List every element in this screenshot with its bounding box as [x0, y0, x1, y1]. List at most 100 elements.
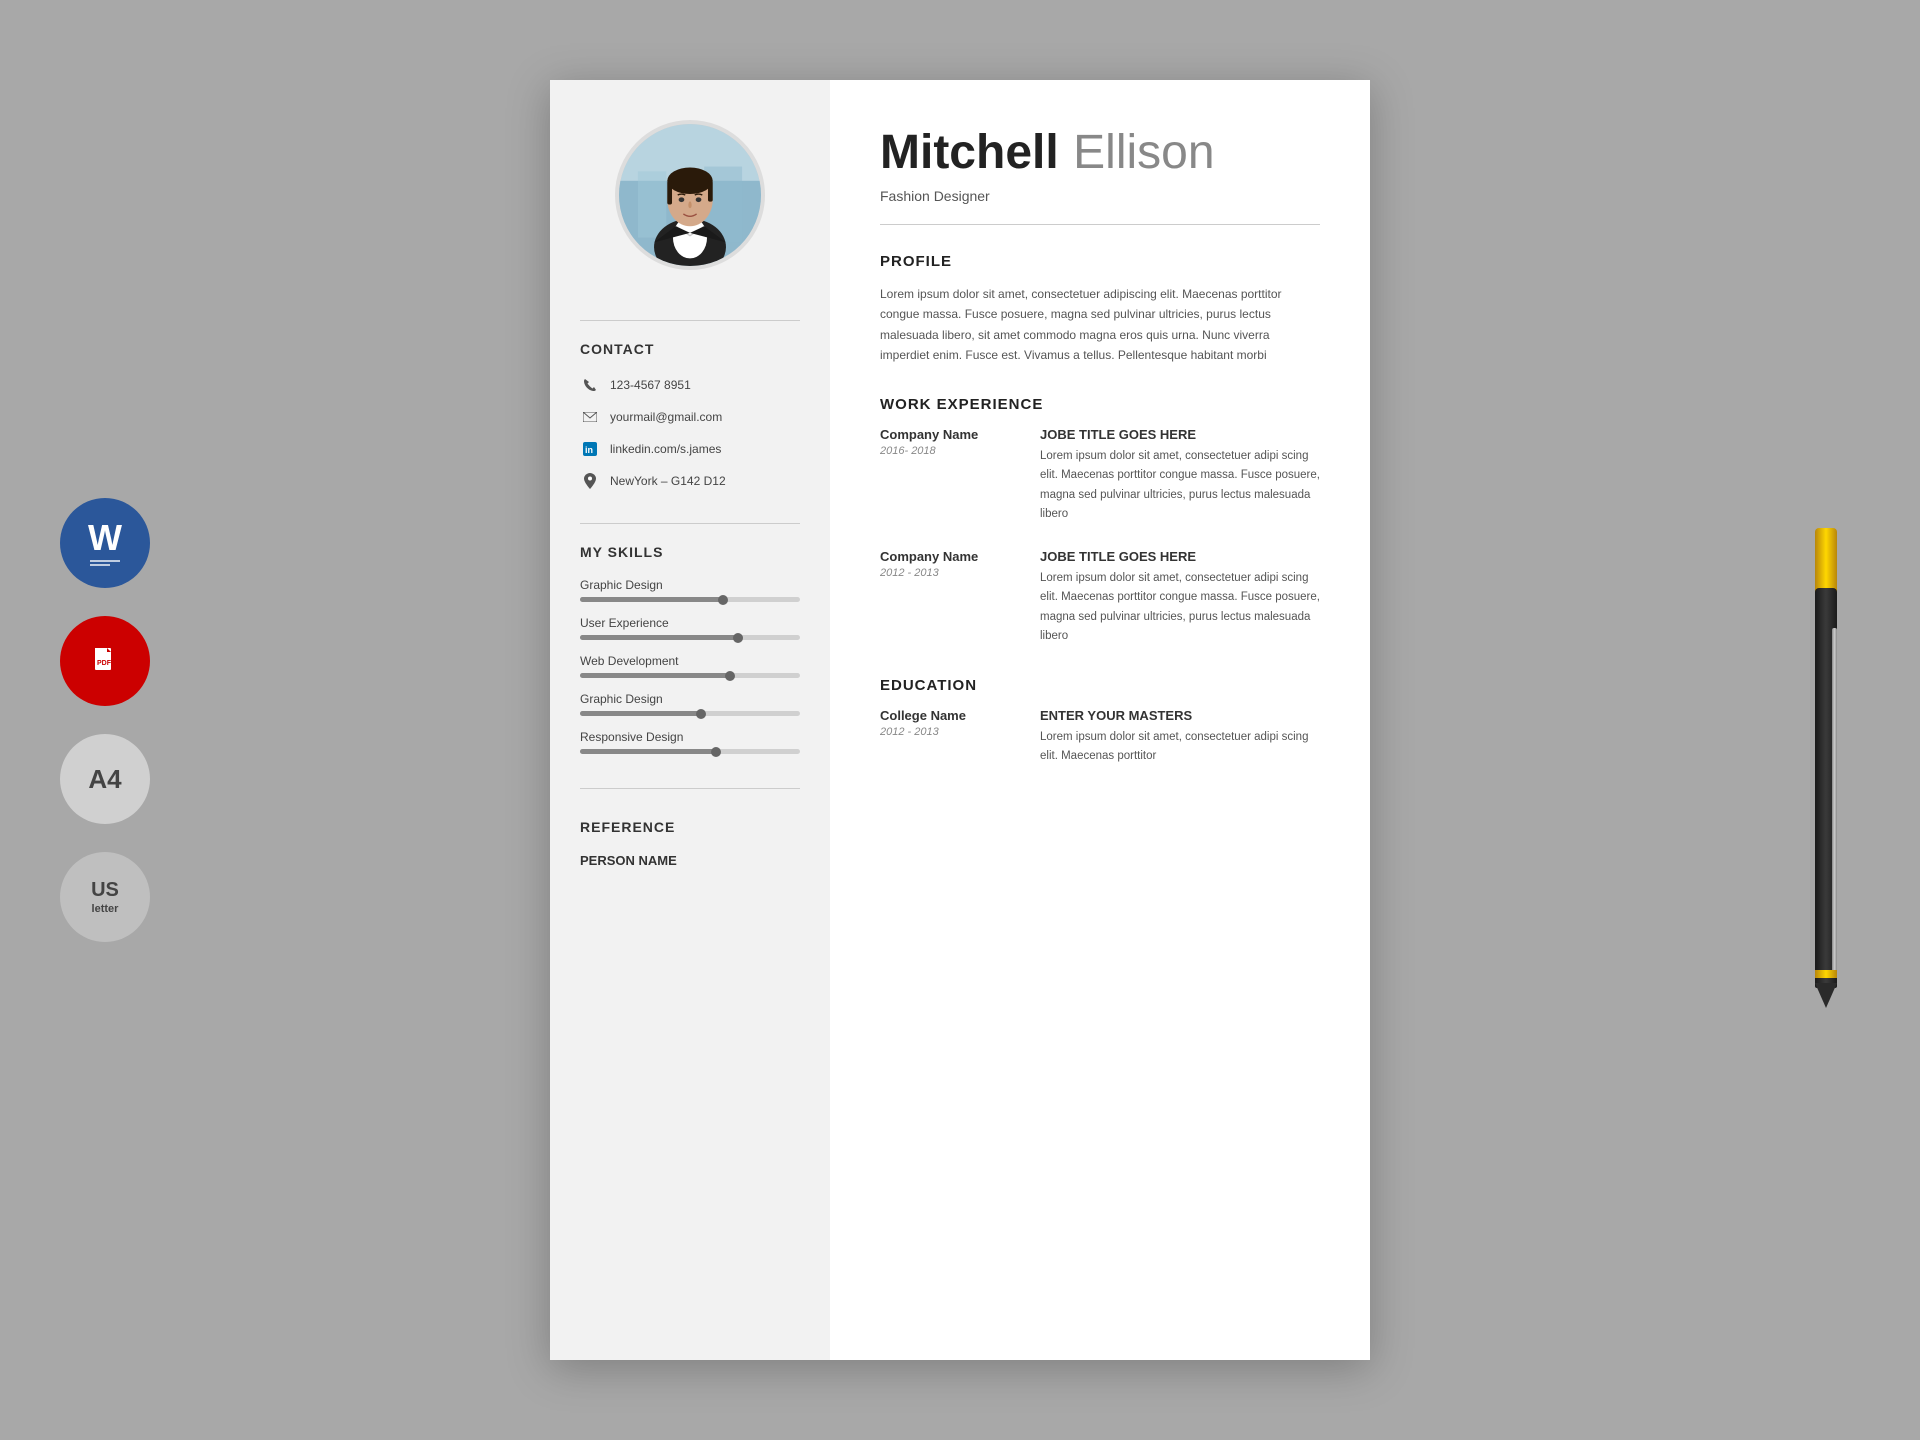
contact-section: CONTACT 123-4567 8951 yourmail@gmail.com…	[580, 341, 800, 503]
skill-4-name: Graphic Design	[580, 692, 800, 706]
skill-4-fill	[580, 711, 701, 716]
email-link[interactable]: yourmail@gmail.com	[610, 410, 722, 424]
pen-tip	[1815, 983, 1837, 1008]
work-experience-section: WORK EXPERIENCE Company Name 2016- 2018 …	[880, 396, 1320, 647]
contact-email: yourmail@gmail.com	[580, 407, 800, 427]
location-text: NewYork – G142 D12	[610, 474, 726, 488]
edu-entry-1-college: College Name	[880, 708, 1020, 723]
svg-text:PDF: PDF	[97, 660, 112, 667]
work-entry-2-title: JOBE TITLE GOES HERE	[1040, 549, 1320, 564]
pen-container	[1812, 528, 1840, 1008]
pdf-page-icon: PDF	[91, 647, 119, 675]
skill-3-fill	[580, 673, 730, 678]
work-entry-1-right: JOBE TITLE GOES HERE Lorem ipsum dolor s…	[1040, 427, 1320, 525]
edu-entry-1-dates: 2012 - 2013	[880, 726, 1020, 738]
skill-2: User Experience	[580, 616, 800, 640]
pdf-icon[interactable]: PDF	[60, 616, 150, 706]
skill-5-thumb	[711, 747, 721, 757]
svg-text:in: in	[585, 445, 593, 455]
sidebar-divider-2	[580, 523, 800, 524]
profile-section-title: PROFILE	[880, 253, 1320, 270]
reference-section: REFERENCE PERSON NAME	[580, 819, 800, 868]
skill-5: Responsive Design	[580, 730, 800, 754]
a4-label: A4	[88, 764, 121, 795]
work-entry-2-description: Lorem ipsum dolor sit amet, consectetuer…	[1040, 569, 1320, 647]
education-section-title: EDUCATION	[880, 677, 1320, 694]
profile-text: Lorem ipsum dolor sit amet, consectetuer…	[880, 284, 1320, 366]
edu-entry-1-description: Lorem ipsum dolor sit amet, consectetuer…	[1040, 728, 1320, 767]
pen-gold-band-bottom	[1815, 970, 1837, 978]
skill-3: Web Development	[580, 654, 800, 678]
work-entry-2-left: Company Name 2012 - 2013	[880, 549, 1020, 647]
skill-1-fill	[580, 597, 723, 602]
job-title: Fashion Designer	[880, 188, 1320, 204]
pen-clip	[1832, 628, 1837, 978]
sidebar-divider-1	[580, 320, 800, 321]
contact-linkedin: in linkedin.com/s.james	[580, 439, 800, 459]
skill-3-thumb	[725, 671, 735, 681]
linkedin-url: linkedin.com/s.james	[610, 442, 721, 456]
work-entry-1-company: Company Name	[880, 427, 1020, 442]
side-icons: W PDF A4 US letter	[60, 498, 150, 942]
last-name: Ellison	[1073, 126, 1214, 179]
skill-3-bar	[580, 673, 800, 678]
reference-person-name: PERSON NAME	[580, 853, 800, 868]
word-letter: W	[88, 520, 122, 556]
edu-entry-1-right: ENTER YOUR MASTERS Lorem ipsum dolor sit…	[1040, 708, 1320, 767]
skill-4: Graphic Design	[580, 692, 800, 716]
skill-1: Graphic Design	[580, 578, 800, 602]
us-label: US	[91, 879, 119, 902]
edu-entry-1: College Name 2012 - 2013 ENTER YOUR MAST…	[880, 708, 1320, 767]
skill-4-thumb	[696, 709, 706, 719]
work-entry-2-company: Company Name	[880, 549, 1020, 564]
skill-5-bar	[580, 749, 800, 754]
linkedin-icon: in	[580, 439, 600, 459]
profile-photo	[615, 120, 765, 270]
profile-photo-container	[580, 120, 800, 270]
skill-1-name: Graphic Design	[580, 578, 800, 592]
skill-1-thumb	[718, 595, 728, 605]
work-entry-1-dates: 2016- 2018	[880, 445, 1020, 457]
main-content: Mitchell Ellison Fashion Designer PROFIL…	[830, 80, 1370, 1360]
contact-location: NewYork – G142 D12	[580, 471, 800, 491]
resume-paper: CONTACT 123-4567 8951 yourmail@gmail.com…	[550, 80, 1370, 1360]
skill-2-thumb	[733, 633, 743, 643]
word-icon[interactable]: W	[60, 498, 150, 588]
profile-photo-svg	[619, 120, 761, 270]
location-icon	[580, 471, 600, 491]
skill-5-name: Responsive Design	[580, 730, 800, 744]
work-entry-1-left: Company Name 2016- 2018	[880, 427, 1020, 525]
phone-number: 123-4567 8951	[610, 378, 691, 392]
contact-phone: 123-4567 8951	[580, 375, 800, 395]
skill-3-name: Web Development	[580, 654, 800, 668]
work-entry-1: Company Name 2016- 2018 JOBE TITLE GOES …	[880, 427, 1320, 525]
main-divider	[880, 224, 1320, 225]
name-block: Mitchell Ellison	[880, 125, 1320, 180]
skill-2-name: User Experience	[580, 616, 800, 630]
edu-entry-1-degree: ENTER YOUR MASTERS	[1040, 708, 1320, 723]
work-entry-2-dates: 2012 - 2013	[880, 567, 1020, 579]
pen	[1812, 528, 1840, 1008]
contact-title: CONTACT	[580, 341, 800, 357]
education-section: EDUCATION College Name 2012 - 2013 ENTER…	[880, 677, 1320, 767]
work-entry-2: Company Name 2012 - 2013 JOBE TITLE GOES…	[880, 549, 1320, 647]
edu-entry-1-left: College Name 2012 - 2013	[880, 708, 1020, 767]
work-entry-1-title: JOBE TITLE GOES HERE	[1040, 427, 1320, 442]
sidebar: CONTACT 123-4567 8951 yourmail@gmail.com…	[550, 80, 830, 1360]
word-lines-icon	[90, 560, 120, 566]
skill-5-fill	[580, 749, 716, 754]
work-entry-2-right: JOBE TITLE GOES HERE Lorem ipsum dolor s…	[1040, 549, 1320, 647]
skill-4-bar	[580, 711, 800, 716]
reference-title: REFERENCE	[580, 819, 800, 835]
skill-2-fill	[580, 635, 738, 640]
skill-1-bar	[580, 597, 800, 602]
phone-icon	[580, 375, 600, 395]
first-name: Mitchell	[880, 126, 1059, 179]
pen-top	[1815, 528, 1837, 588]
a4-icon[interactable]: A4	[60, 734, 150, 824]
us-icon[interactable]: US letter	[60, 852, 150, 942]
email-icon	[580, 407, 600, 427]
skills-section: MY SKILLS Graphic Design User Experience…	[580, 544, 800, 768]
sidebar-divider-3	[580, 788, 800, 789]
skill-2-bar	[580, 635, 800, 640]
